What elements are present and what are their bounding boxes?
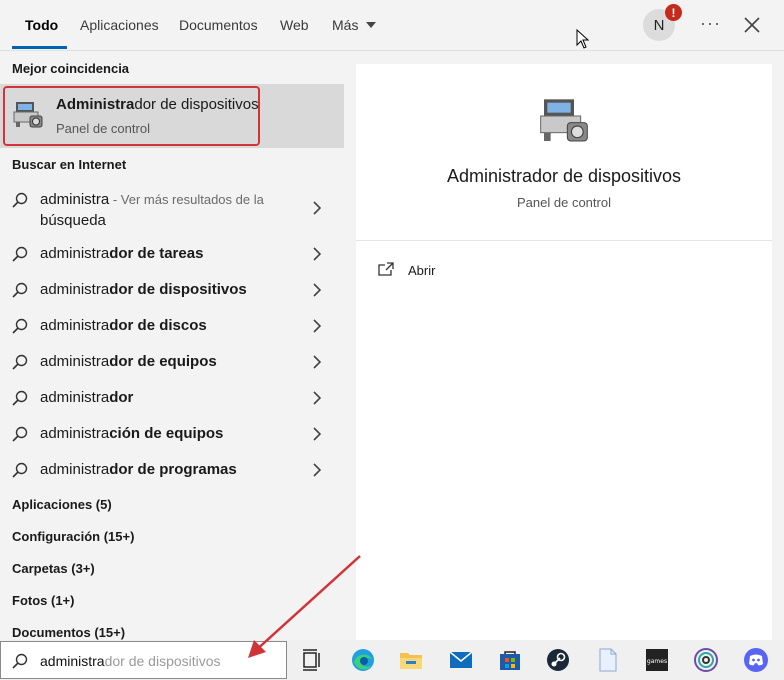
app-spiral-icon[interactable]: [693, 647, 719, 673]
suggestion-text: administrador de equipos: [40, 353, 217, 370]
open-icon: [378, 262, 394, 276]
notepad-icon[interactable]: [594, 647, 620, 673]
search-query: administrador de dispositivos: [40, 653, 221, 669]
notification-badge: !: [665, 4, 682, 21]
chevron-right-icon: [313, 427, 321, 441]
divider: [356, 240, 772, 241]
edge-icon[interactable]: [350, 647, 376, 673]
task-view-icon[interactable]: [299, 647, 325, 673]
tab-mas-label: Más: [332, 17, 359, 33]
best-match-heading: Mejor coincidencia: [12, 61, 130, 76]
chevron-right-icon: [313, 283, 321, 297]
tab-todo[interactable]: Todo: [25, 17, 58, 33]
search-autocomplete: dor de dispositivos: [104, 653, 221, 669]
suggestion-text: administrador de dispositivos: [40, 281, 247, 298]
more-options-button[interactable]: ···: [700, 13, 721, 34]
chevron-right-icon: [313, 355, 321, 369]
open-action[interactable]: Abrir: [378, 260, 498, 284]
search-icon: [12, 462, 28, 478]
search-icon: [12, 354, 28, 370]
search-icon: [12, 318, 28, 334]
suggestion-prefix: administra: [40, 389, 110, 406]
suggestion-rest: ción de equipos: [109, 425, 224, 442]
suggestion-rest: dor de discos: [109, 317, 207, 334]
suggestion-hint: - Ver más resultados de la: [109, 192, 264, 207]
list-item[interactable]: administrador de programas: [0, 452, 344, 488]
search-icon: [12, 426, 28, 442]
chevron-right-icon: [313, 201, 321, 215]
suggestion-prefix: administra: [40, 461, 110, 478]
list-item[interactable]: administrador de discos: [0, 308, 344, 344]
file-explorer-icon[interactable]: [398, 647, 424, 673]
tab-documentos[interactable]: Documentos: [179, 17, 258, 33]
best-match-title-rest: dor de dispositivos: [134, 96, 259, 113]
preview-title: Administrador de dispositivos: [446, 166, 682, 186]
tab-web[interactable]: Web: [280, 17, 309, 33]
store-icon[interactable]: [497, 647, 523, 673]
suggestion-rest: dor de programas: [109, 461, 237, 478]
search-typed: administra: [40, 653, 105, 669]
list-item[interactable]: administración de equipos: [0, 416, 344, 452]
suggestion-text: administrador de tareas: [40, 245, 203, 262]
chevron-right-icon: [313, 463, 321, 477]
search-icon: [12, 390, 28, 406]
category-configuracion[interactable]: Configuración (15+): [12, 529, 134, 544]
tab-aplicaciones[interactable]: Aplicaciones: [80, 17, 159, 33]
category-carpetas[interactable]: Carpetas (3+): [12, 561, 95, 576]
category-documentos[interactable]: Documentos (15+): [12, 625, 125, 640]
svg-text:games: games: [647, 658, 667, 665]
steam-icon[interactable]: [545, 647, 571, 673]
chevron-right-icon: [313, 391, 321, 405]
best-match-title: Administrador de dispositivos: [56, 96, 259, 113]
active-tab-indicator: [12, 46, 67, 49]
mail-icon[interactable]: [448, 647, 474, 673]
suggestion-prefix: administra: [40, 353, 110, 370]
search-icon: [12, 246, 28, 262]
suggestion-prefix: administra: [40, 425, 110, 442]
chevron-right-icon: [313, 319, 321, 333]
preview-pane: Administrador de dispositivos Panel de c…: [356, 64, 772, 640]
suggestion-text: administrador de discos: [40, 317, 207, 334]
suggestion-prefix: administra: [40, 191, 110, 208]
category-fotos[interactable]: Fotos (1+): [12, 593, 74, 608]
category-aplicaciones[interactable]: Aplicaciones (5): [12, 497, 112, 512]
list-item[interactable]: administrador de dispositivos: [0, 272, 344, 308]
list-item[interactable]: administrador de tareas: [0, 236, 344, 272]
search-icon: [12, 653, 28, 669]
suggestion-hint-line2: búsqueda: [40, 212, 106, 229]
search-icon: [12, 192, 28, 208]
discord-icon[interactable]: [743, 647, 769, 673]
suggestion-rest: dor de dispositivos: [109, 281, 247, 298]
suggestion-text: administrador: [40, 389, 133, 406]
annotation-arrow: [248, 555, 361, 658]
suggestion-rest: dor: [109, 389, 134, 406]
games-icon[interactable]: games: [644, 647, 670, 673]
web-search-heading: Buscar en Internet: [12, 157, 127, 172]
suggestion-rest: dor de tareas: [109, 245, 204, 262]
best-match-title-match: Administra: [56, 96, 135, 113]
suggestion-text: administra - Ver más resultados de la: [40, 191, 264, 208]
close-icon[interactable]: [743, 16, 761, 34]
list-item[interactable]: administra - Ver más resultados de la bú…: [0, 182, 344, 234]
mouse-cursor-icon: [576, 29, 590, 49]
suggestion-prefix: administra: [40, 245, 110, 262]
suggestion-text: administración de equipos: [40, 425, 223, 442]
chevron-right-icon: [313, 247, 321, 261]
open-label: Abrir: [408, 263, 436, 278]
tab-mas[interactable]: Más: [332, 17, 377, 33]
preview-subtitle: Panel de control: [517, 195, 611, 210]
search-filter-bar: Todo Aplicaciones Documentos Web Más N !…: [0, 0, 784, 51]
suggestion-prefix: administra: [40, 317, 110, 334]
caret-down-icon: [366, 22, 377, 28]
search-icon: [12, 282, 28, 298]
suggestion-prefix: administra: [40, 281, 110, 298]
device-manager-icon: [13, 102, 43, 128]
suggestion-text: administrador de programas: [40, 461, 237, 478]
list-item[interactable]: administrador de equipos: [0, 344, 344, 380]
suggestion-rest: dor de equipos: [109, 353, 217, 370]
list-item[interactable]: administrador: [0, 380, 344, 416]
device-manager-icon: [540, 99, 588, 142]
best-match-subtitle: Panel de control: [56, 121, 150, 136]
